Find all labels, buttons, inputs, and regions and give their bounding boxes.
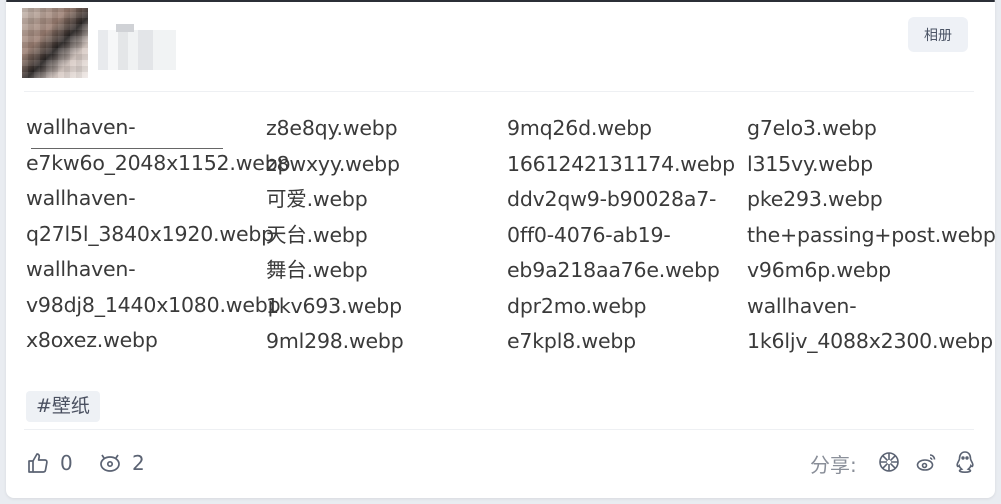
file-name: dpr2mo.webp <box>507 293 647 318</box>
file-name: pke293.webp <box>747 187 883 211</box>
file-name: 9mq26d.webp <box>507 116 652 140</box>
file-name: z8e8qy.webp <box>266 116 398 140</box>
like-button[interactable]: 0 <box>26 446 73 480</box>
avatar[interactable] <box>22 8 88 78</box>
file-name: wallhaven- <box>26 186 136 210</box>
file-name: q27l5l_3840x1920.webp <box>26 221 274 246</box>
text-underline <box>31 148 223 149</box>
tag-wallpaper[interactable]: #壁纸 <box>26 391 100 422</box>
file-name: 1k6ljv_4088x2300.webp <box>747 329 993 353</box>
qq-icon[interactable] <box>953 450 977 476</box>
file-name: eb9a218aa76e.webp <box>507 258 720 282</box>
weibo-icon[interactable] <box>915 450 939 476</box>
file-name: 舞台.webp <box>266 258 368 282</box>
file-name: 9ml298.webp <box>266 329 404 353</box>
file-name: wallhaven- <box>26 257 136 281</box>
like-count: 0 <box>60 451 73 475</box>
divider <box>24 91 974 92</box>
file-column-2: z8e8qy.webp z8wxyy.webp 可爱.webp 天台.webp … <box>266 111 506 360</box>
wechat-moments-icon[interactable] <box>877 450 901 476</box>
file-column-3: 9mq26d.webp 1661242131174.webp ddv2qw9-b… <box>507 111 747 360</box>
comment-icon <box>98 451 122 475</box>
file-name: v96m6p.webp <box>747 258 891 282</box>
divider <box>24 429 974 430</box>
comment-button[interactable]: 2 <box>98 446 145 480</box>
file-name: wallhaven- <box>747 293 857 318</box>
top-border <box>6 0 995 2</box>
share-label: 分享: <box>810 452 857 477</box>
file-name: 1kv693.webp <box>266 293 402 318</box>
post-card: 相册 wallhaven- e7kw6o_2048x1152.webp wall… <box>6 0 996 498</box>
file-name: ddv2qw9-b90028a7- <box>507 187 717 211</box>
file-name: x8oxez.webp <box>26 328 158 352</box>
file-name: l315vy.webp <box>747 151 873 176</box>
file-name: 0ff0-4076-ab19- <box>507 222 671 247</box>
file-name: 可爱.webp <box>266 187 368 211</box>
comment-count: 2 <box>132 451 145 475</box>
blurred-username <box>98 24 176 70</box>
file-name: e7kw6o_2048x1152.webp <box>26 150 291 175</box>
album-button[interactable]: 相册 <box>908 17 968 52</box>
file-name: 1661242131174.webp <box>507 151 735 176</box>
file-name: e7kpl8.webp <box>507 329 636 353</box>
file-name: wallhaven- <box>26 115 136 139</box>
thumbs-up-icon <box>26 451 50 475</box>
file-name: v98dj8_1440x1080.webp <box>26 292 281 317</box>
file-name: g7elo3.webp <box>747 116 877 140</box>
file-list: wallhaven- e7kw6o_2048x1152.webp wallhav… <box>26 110 996 370</box>
file-name: 天台.webp <box>266 222 368 247</box>
file-column-4: g7elo3.webp l315vy.webp pke293.webp the+… <box>747 111 997 360</box>
file-name: z8wxyy.webp <box>266 151 400 176</box>
file-name: the+passing+post.webp <box>747 222 996 247</box>
